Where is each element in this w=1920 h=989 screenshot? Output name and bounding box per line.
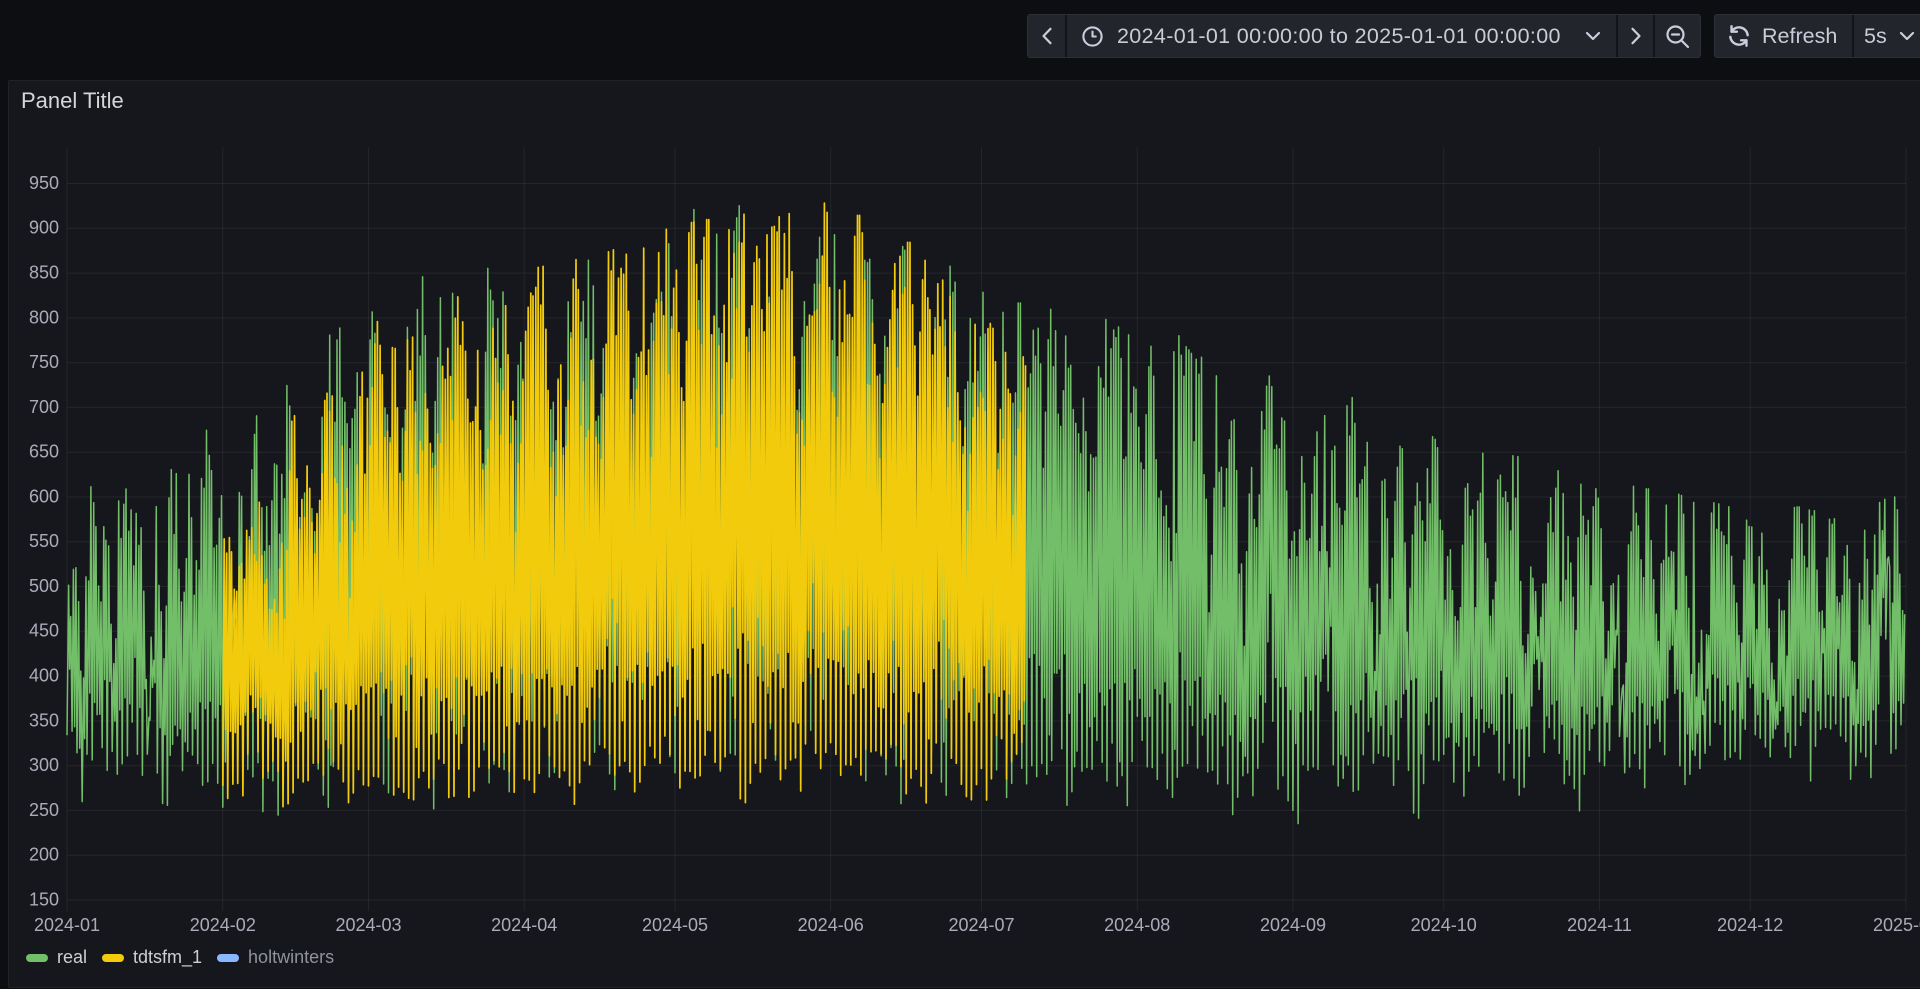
svg-text:550: 550 bbox=[29, 531, 59, 551]
svg-text:2024-06: 2024-06 bbox=[798, 915, 864, 935]
svg-text:2024-09: 2024-09 bbox=[1260, 915, 1326, 935]
svg-text:2025-01: 2025-01 bbox=[1873, 915, 1920, 935]
svg-text:2024-02: 2024-02 bbox=[190, 915, 256, 935]
svg-text:2024-10: 2024-10 bbox=[1411, 915, 1477, 935]
svg-text:900: 900 bbox=[29, 218, 59, 238]
svg-text:350: 350 bbox=[29, 710, 59, 730]
svg-text:300: 300 bbox=[29, 755, 59, 775]
svg-text:650: 650 bbox=[29, 442, 59, 462]
svg-text:2024-08: 2024-08 bbox=[1104, 915, 1170, 935]
svg-text:2024-12: 2024-12 bbox=[1717, 915, 1783, 935]
svg-text:2024-03: 2024-03 bbox=[335, 915, 401, 935]
svg-text:850: 850 bbox=[29, 263, 59, 283]
svg-text:2024-07: 2024-07 bbox=[948, 915, 1014, 935]
svg-text:2024-05: 2024-05 bbox=[642, 915, 708, 935]
svg-text:2024-11: 2024-11 bbox=[1567, 915, 1632, 935]
svg-text:400: 400 bbox=[29, 666, 59, 686]
svg-text:450: 450 bbox=[29, 621, 59, 641]
svg-text:750: 750 bbox=[29, 352, 59, 372]
svg-text:2024-04: 2024-04 bbox=[491, 915, 557, 935]
svg-text:200: 200 bbox=[29, 845, 59, 865]
svg-text:250: 250 bbox=[29, 800, 59, 820]
svg-text:150: 150 bbox=[29, 889, 59, 909]
svg-text:700: 700 bbox=[29, 397, 59, 417]
svg-text:500: 500 bbox=[29, 576, 59, 596]
svg-text:600: 600 bbox=[29, 486, 59, 506]
svg-text:800: 800 bbox=[29, 307, 59, 327]
svg-text:2024-01: 2024-01 bbox=[34, 915, 100, 935]
svg-text:950: 950 bbox=[29, 173, 59, 193]
